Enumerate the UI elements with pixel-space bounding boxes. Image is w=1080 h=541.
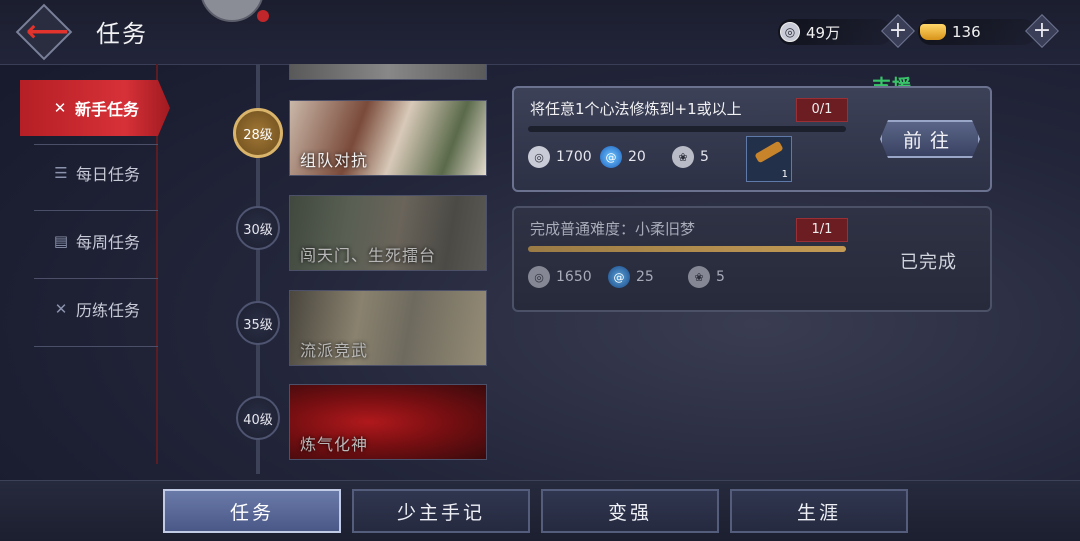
quest-caption: 组队对抗 [300,151,369,170]
sidebar-item-label: 每日任务 [75,165,140,184]
quest-card-partial[interactable] [289,64,487,80]
reward-value: 5 [700,149,709,165]
quest-card[interactable]: 炼气化神 [289,384,487,460]
spiral-exp-icon: @ [608,266,630,288]
reward-item-slot[interactable]: 1 [746,136,792,182]
task-progress-bar [528,126,846,132]
lotus-icon: ❀ [688,266,710,288]
coin-icon: ◎ [528,266,550,288]
reward-lotus: ❀ 5 [672,146,709,168]
sidebar-item-novice-tasks[interactable]: ✕ 新手任务 [20,80,170,136]
reward-lotus: ❀ 5 [688,266,725,288]
sidebar-item-daily-tasks[interactable]: ☰ 每日任务 [34,148,158,198]
butterfly-icon: ✕ [54,300,68,318]
scroll-icon: ☰ [54,164,68,182]
completed-status: 已完成 [900,252,957,273]
quest-caption: 炼气化神 [300,435,369,454]
sidebar-item-training-tasks[interactable]: ✕ 历练任务 [34,284,158,334]
task-progress-fill [528,246,846,252]
quest-caption: 流派竞武 [300,341,369,360]
gold-amount: 136 [952,23,981,41]
task-panel: 将任意1个心法修炼到+1或以上 0/1 ◎ 1700 @ 20 ❀ 5 1 前往 [512,86,992,192]
coin-icon: ◎ [780,22,800,42]
nav-tab-career[interactable]: 生涯 [730,489,908,533]
lotus-icon: ❀ [672,146,694,168]
reward-exp: @ 20 [600,146,646,168]
task-progress-bar [528,246,846,252]
page-title: 任务 [96,20,148,48]
go-button[interactable]: 前往 [880,120,980,158]
task-progress-badge: 0/1 [796,98,848,122]
quest-card[interactable]: 闯天门、生死擂台 [289,195,487,271]
nav-tab-master-notes[interactable]: 少主手记 [352,489,530,533]
quest-card[interactable]: 组队对抗 [289,100,487,176]
reward-coin: ◎ 1700 [528,146,592,168]
divider [34,278,158,279]
back-arrow-icon: ⟵ [26,14,70,49]
reward-coin: ◎ 1650 [528,266,592,288]
task-description: 完成普通难度：小柔旧梦 [530,220,696,238]
level-badge: 40级 [236,396,280,440]
reward-value: 5 [716,269,725,285]
item-count: 1 [781,169,788,180]
divider [34,346,158,347]
reward-exp: @ 25 [608,266,654,288]
sidebar-item-label: 历练任务 [75,301,140,320]
silver-currency: ◎ 49万 [778,19,892,45]
reward-value: 25 [636,269,654,285]
task-description: 将任意1个心法修炼到+1或以上 [530,100,742,118]
task-progress-badge: 1/1 [796,218,848,242]
nav-tab-become-stronger[interactable]: 变强 [541,489,719,533]
divider [34,210,158,211]
plus-icon: + [888,18,908,43]
sidebar-item-label: 每周任务 [75,233,140,252]
divider [34,144,158,145]
bottom-nav-bar [0,480,1080,541]
gold-currency: 136 [918,19,1036,45]
level-badge: 35级 [236,301,280,345]
book-icon: ▤ [53,232,69,250]
sidebar-item-label: 新手任务 [74,100,139,119]
level-badge-current: 28级 [233,108,283,158]
quest-card[interactable]: 流派竞武 [289,290,487,366]
plus-icon: + [1032,18,1052,43]
reward-value: 1650 [556,269,592,285]
reward-value: 20 [628,149,646,165]
sidebar-item-weekly-tasks[interactable]: ▤ 每周任务 [34,216,158,266]
quest-caption: 闯天门、生死擂台 [300,246,437,265]
reward-value: 1700 [556,149,592,165]
gold-ingot-icon [920,24,946,40]
coin-icon: ◎ [528,146,550,168]
task-panel-completed: 完成普通难度：小柔旧梦 1/1 ◎ 1650 @ 25 ❀ 5 已完成 [512,206,992,312]
scroll-item-icon [754,140,784,164]
butterfly-icon: ✕ [53,99,67,117]
notification-dot [257,10,269,22]
level-badge: 30级 [236,206,280,250]
spiral-exp-icon: @ [600,146,622,168]
silver-amount: 49万 [806,23,841,42]
nav-tab-tasks[interactable]: 任务 [163,489,341,533]
